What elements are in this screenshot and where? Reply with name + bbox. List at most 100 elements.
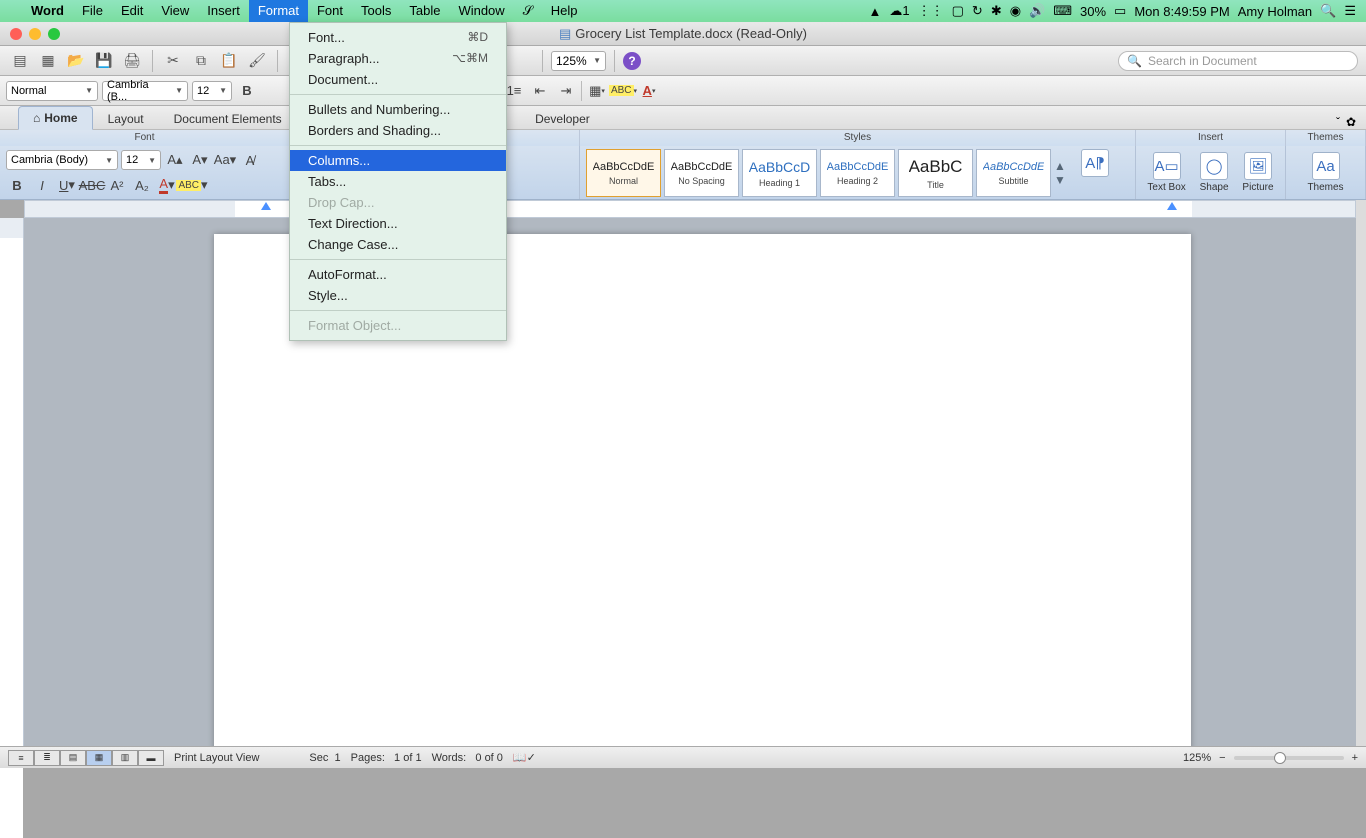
menu-style[interactable]: Style... xyxy=(290,285,506,306)
left-indent-marker[interactable] xyxy=(261,202,271,210)
ribbon-font-combo[interactable]: Cambria (Body)▼ xyxy=(6,150,118,170)
volume-icon[interactable]: 🔊 xyxy=(1029,3,1045,19)
highlight-button-r[interactable]: ABC▾ xyxy=(181,174,203,196)
shape-button[interactable]: ◯Shape xyxy=(1200,152,1229,193)
clock[interactable]: Mon 8:49:59 PM xyxy=(1134,4,1229,19)
menu-paragraph-dialog[interactable]: Paragraph...⌥⌘M xyxy=(290,48,506,69)
shrink-font-button[interactable]: A▾ xyxy=(189,149,211,171)
borders-button[interactable]: ▦▾ xyxy=(586,80,608,102)
open-button[interactable]: 📂 xyxy=(64,49,88,73)
menu-tabs[interactable]: Tabs... xyxy=(290,171,506,192)
ribbon-fontsize-combo[interactable]: 12▼ xyxy=(121,150,161,170)
style-subtitle[interactable]: AaBbCcDdESubtitle xyxy=(976,149,1051,197)
menu-edit[interactable]: Edit xyxy=(112,0,152,22)
ribbon-settings-icon[interactable]: ✿ xyxy=(1346,115,1356,129)
menu-help[interactable]: Help xyxy=(542,0,587,22)
font-combo[interactable]: Cambria (B...▼ xyxy=(102,81,188,101)
menulet-icon[interactable]: ⋮⋮ xyxy=(918,3,944,19)
paste-button[interactable]: 📋 xyxy=(217,49,241,73)
vertical-scrollbar[interactable] xyxy=(1356,200,1366,746)
style-combo[interactable]: Normal▼ xyxy=(6,81,98,101)
change-case-button[interactable]: Aa▾ xyxy=(214,149,236,171)
tab-layout[interactable]: Layout xyxy=(93,107,159,130)
styles-scroll-up[interactable]: ▲ xyxy=(1054,159,1072,173)
zoom-combo[interactable]: 125%▼ xyxy=(551,51,606,71)
clear-format-button[interactable]: A̸ xyxy=(239,149,261,171)
ribbon-collapse-button[interactable]: ˇ xyxy=(1336,115,1340,129)
save-button[interactable]: 💾 xyxy=(92,49,116,73)
menulet-script[interactable]: 𝒮 xyxy=(514,0,542,22)
spotlight-icon[interactable]: 🔍 xyxy=(1320,3,1336,19)
font-color-button-r[interactable]: A▾ xyxy=(156,174,178,196)
tab-developer[interactable]: Developer xyxy=(520,107,605,130)
menu-change-case[interactable]: Change Case... xyxy=(290,234,506,255)
menu-window[interactable]: Window xyxy=(449,0,513,22)
style-title[interactable]: AaBbCTitle xyxy=(898,149,973,197)
increase-indent-button[interactable]: ⇥ xyxy=(555,80,577,102)
new-doc-button[interactable]: ▤ xyxy=(8,49,32,73)
right-indent-marker[interactable] xyxy=(1167,202,1177,210)
help-button[interactable]: ? xyxy=(623,52,641,70)
app-menu[interactable]: Word xyxy=(22,0,73,22)
bold-button[interactable]: B xyxy=(236,80,258,102)
menu-table[interactable]: Table xyxy=(400,0,449,22)
menu-tools[interactable]: Tools xyxy=(352,0,400,22)
menu-autoformat[interactable]: AutoFormat... xyxy=(290,264,506,285)
subscript-button[interactable]: A₂ xyxy=(131,174,153,196)
horizontal-ruler[interactable] xyxy=(24,200,1356,218)
vertical-ruler[interactable] xyxy=(0,218,24,746)
zoom-out-button[interactable]: − xyxy=(1219,752,1225,764)
document-area[interactable] xyxy=(24,218,1356,746)
search-in-document[interactable]: 🔍 Search in Document xyxy=(1118,51,1358,71)
input-source-icon[interactable]: ⌨ xyxy=(1053,3,1072,19)
grow-font-button[interactable]: A▴ xyxy=(164,149,186,171)
style-normal[interactable]: AaBbCcDdENormal xyxy=(586,149,661,197)
cut-button[interactable]: ✂ xyxy=(161,49,185,73)
view-focus[interactable]: ▬ xyxy=(138,750,164,766)
superscript-button[interactable]: A² xyxy=(106,174,128,196)
font-color-button[interactable]: A▾ xyxy=(638,80,660,102)
fontsize-combo[interactable]: 12▼ xyxy=(192,81,232,101)
themes-button[interactable]: AaThemes xyxy=(1307,152,1343,193)
view-draft[interactable]: ≡ xyxy=(8,750,34,766)
new-from-template-button[interactable]: ▦ xyxy=(36,49,60,73)
italic-button[interactable]: I xyxy=(31,174,53,196)
battery-icon[interactable]: ▭ xyxy=(1114,3,1126,19)
underline-button[interactable]: U▾ xyxy=(56,174,78,196)
menu-columns[interactable]: Columns... xyxy=(290,150,506,171)
timemachine-icon[interactable]: ↻ xyxy=(972,3,983,19)
view-notebook[interactable]: ▥ xyxy=(112,750,138,766)
textbox-button[interactable]: A▭Text Box xyxy=(1147,152,1185,193)
menu-font[interactable]: Font xyxy=(308,0,352,22)
menu-font-dialog[interactable]: Font...⌘D xyxy=(290,27,506,48)
menu-text-direction[interactable]: Text Direction... xyxy=(290,213,506,234)
styles-pane-button[interactable]: A⁋ xyxy=(1081,149,1109,196)
tab-home[interactable]: ⌂Home xyxy=(18,106,93,130)
zoom-slider[interactable] xyxy=(1234,756,1344,760)
format-painter-button[interactable]: 🖌 xyxy=(245,49,269,73)
styles-scroll-down[interactable]: ▼ xyxy=(1054,173,1072,187)
menu-view[interactable]: View xyxy=(152,0,198,22)
copy-button[interactable]: ⧉ xyxy=(189,49,213,73)
highlight-button[interactable]: ABC▾ xyxy=(612,80,634,102)
menu-file[interactable]: File xyxy=(73,0,112,22)
view-outline[interactable]: ≣ xyxy=(34,750,60,766)
menu-insert[interactable]: Insert xyxy=(198,0,249,22)
bold-button-r[interactable]: B xyxy=(6,174,28,196)
spellcheck-icon[interactable]: 📖✓ xyxy=(513,751,536,764)
user-name[interactable]: Amy Holman xyxy=(1238,4,1312,19)
bluetooth-icon[interactable]: ✱ xyxy=(991,3,1002,19)
style-heading-1[interactable]: AaBbCcDHeading 1 xyxy=(742,149,817,197)
menu-format[interactable]: Format xyxy=(249,0,308,22)
airplay-icon[interactable]: ▢ xyxy=(952,3,964,19)
strikethrough-button[interactable]: ABC xyxy=(81,174,103,196)
tab-document-elements[interactable]: Document Elements xyxy=(159,107,297,130)
view-publishing[interactable]: ▤ xyxy=(60,750,86,766)
menu-borders-shading[interactable]: Borders and Shading... xyxy=(290,120,506,141)
menu-document-dialog[interactable]: Document... xyxy=(290,69,506,90)
adobe-icon[interactable]: ▲ xyxy=(869,4,882,19)
notification-center-icon[interactable]: ☰ xyxy=(1344,3,1356,19)
print-button[interactable]: 🖨 xyxy=(120,49,144,73)
view-print-layout[interactable]: ▦ xyxy=(86,750,112,766)
style-no-spacing[interactable]: AaBbCcDdENo Spacing xyxy=(664,149,739,197)
